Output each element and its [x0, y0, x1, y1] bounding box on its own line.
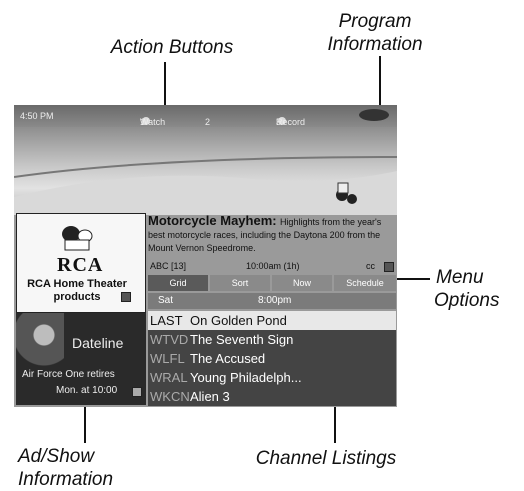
- channel-listings: LAST On Golden Pond WTVD The Seventh Sig…: [148, 311, 396, 406]
- menu-now[interactable]: Now: [272, 275, 332, 291]
- channel-row[interactable]: WRAL Young Philadelph...: [148, 368, 396, 387]
- callout-program-information-line1: Program: [338, 11, 412, 32]
- program-info-icon: [384, 262, 394, 272]
- menu-schedule[interactable]: Schedule: [334, 275, 396, 291]
- rca-dog-logo-icon: [62, 226, 93, 251]
- listing-day: Sat: [158, 295, 174, 306]
- channel-program: The Seventh Sign: [190, 332, 294, 347]
- program-time: 10:00am (1h): [246, 261, 300, 271]
- callout-menu-options: Menu Options: [430, 266, 520, 312]
- callout-channel-listings: Channel Listings: [236, 447, 416, 470]
- callout-action-buttons: Action Buttons: [92, 36, 252, 59]
- listing-header: Sat 8:00pm: [148, 293, 396, 309]
- channel-program: The Accused: [190, 351, 266, 366]
- callout-ad-show-information: Ad/Show Information: [0, 445, 130, 491]
- callout-program-information-line2: Information: [327, 34, 423, 55]
- program-channel: ABC [13]: [150, 261, 187, 271]
- show-time: Mon. at 10:00: [56, 385, 118, 396]
- show-title: Dateline: [72, 335, 124, 351]
- channel-row[interactable]: LAST On Golden Pond: [148, 311, 396, 330]
- callout-action-buttons-label: Action Buttons: [110, 37, 234, 58]
- clock-time: 4:50 PM: [20, 111, 54, 121]
- show-panel[interactable]: Dateline Air Force One retires Mon. at 1…: [16, 313, 146, 405]
- menu-grid[interactable]: Grid: [148, 275, 208, 291]
- show-thumbnail: [16, 313, 64, 375]
- watch-button-label: Watch: [140, 117, 166, 127]
- ad-panel[interactable]: RCA RCA Home Theater products: [16, 213, 146, 313]
- channel-program: Young Philadelph...: [190, 370, 302, 385]
- channel-call-sign: LAST: [150, 313, 183, 328]
- action-button-2-number: 2: [205, 117, 211, 127]
- ad-info-icon: [121, 292, 131, 302]
- menu-sort[interactable]: Sort: [210, 275, 270, 291]
- menu-options-bar: Grid Sort Now Schedule: [148, 275, 396, 291]
- listing-time: 8:00pm: [258, 295, 292, 306]
- callout-channel-listings-line: [334, 405, 336, 443]
- channel-row[interactable]: WLFL The Accused: [148, 349, 396, 368]
- channel-call-sign: WLFL: [150, 351, 185, 366]
- callout-menu-options-line1: Menu: [436, 267, 484, 288]
- channel-row[interactable]: WTVD The Seventh Sign: [148, 330, 396, 349]
- motorcycle-race-scene: [14, 156, 397, 215]
- ad-text: RCA Home Theater products: [27, 278, 127, 303]
- action-bar: 4:50 PM 1 Watch 2 3 Record: [14, 105, 397, 127]
- program-title: Motorcycle Mayhem:: [148, 213, 277, 228]
- channel-call-sign: WKCN: [150, 389, 190, 404]
- ad-brand: RCA: [57, 254, 104, 276]
- callout-ad-show-information-line2: Information: [18, 469, 114, 490]
- network-logo-icon: [359, 109, 389, 121]
- channel-program: Alien 3: [190, 389, 230, 404]
- program-meta: ABC [13] 10:00am (1h) cc: [148, 259, 396, 273]
- callout-menu-options-line2: Options: [434, 290, 500, 311]
- record-button-label: Record: [276, 117, 306, 127]
- tv-guide-screen: 4:50 PM 1 Watch 2 3 Record: [14, 105, 397, 407]
- show-subtitle: Air Force One retires: [22, 369, 115, 380]
- channel-call-sign: WTVD: [150, 332, 189, 347]
- show-info-icon: [132, 387, 142, 397]
- program-description-block: Motorcycle Mayhem: Highlights from the y…: [148, 213, 396, 254]
- program-info-area: Motorcycle Mayhem: Highlights from the y…: [148, 213, 396, 406]
- channel-call-sign: WRAL: [150, 370, 188, 385]
- channel-row[interactable]: WKCN Alien 3: [148, 387, 396, 406]
- callout-channel-listings-label: Channel Listings: [255, 448, 397, 469]
- program-cc: cc: [366, 261, 375, 271]
- channel-program: On Golden Pond: [190, 313, 287, 328]
- program-preview-image: [14, 127, 397, 215]
- callout-ad-show-information-line1: Ad/Show: [18, 446, 95, 467]
- callout-ad-show-information-line: [84, 405, 86, 443]
- callout-program-information: Program Information: [320, 10, 430, 56]
